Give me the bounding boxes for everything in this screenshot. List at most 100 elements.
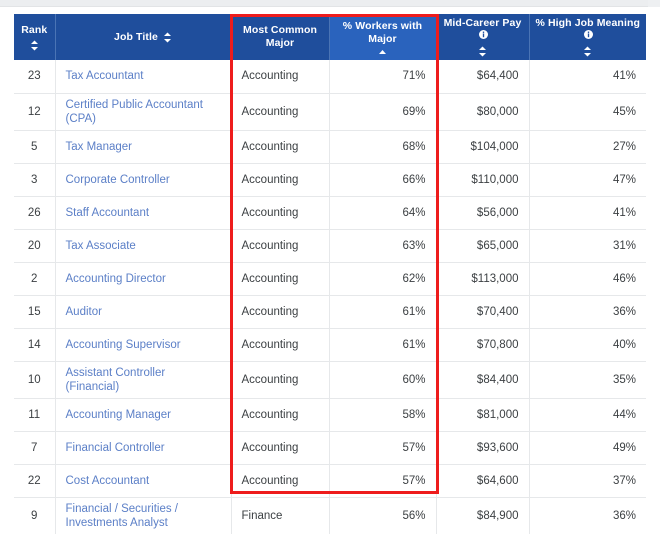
table-row: 20 Tax Associate Accounting 63% $65,000 31% <box>14 229 646 263</box>
cell-pct-workers-with-major: 57% <box>329 464 437 498</box>
job-title-link[interactable]: Tax Accountant <box>66 69 144 83</box>
cell-rank: 3 <box>14 163 56 197</box>
cell-job-title: Tax Manager <box>55 130 232 164</box>
cell-most-common-major: Accounting <box>231 431 330 465</box>
cell-most-common-major: Accounting <box>231 464 330 498</box>
cell-job-title: Cost Accountant <box>55 464 232 498</box>
column-header-pct-workers-with-major[interactable]: % Workers with Major <box>329 14 437 60</box>
cell-pct-workers-with-major: 62% <box>329 262 437 296</box>
cell-rank: 14 <box>14 328 56 362</box>
cell-pct-high-job-meaning: 47% <box>529 163 646 197</box>
cell-pct-high-job-meaning: 41% <box>529 60 646 94</box>
column-header-job-title-label: Job Title <box>114 30 158 43</box>
job-title-link[interactable]: Accounting Supervisor <box>66 338 181 352</box>
column-header-job-title[interactable]: Job Title <box>55 14 232 60</box>
cell-most-common-major: Accounting <box>231 93 330 131</box>
cell-pct-high-job-meaning: 45% <box>529 93 646 131</box>
cell-job-title: Financial / Securities / Investments Ana… <box>55 497 232 534</box>
cell-pct-workers-with-major: 66% <box>329 163 437 197</box>
cell-rank: 9 <box>14 497 56 534</box>
job-title-link[interactable]: Cost Accountant <box>66 474 150 488</box>
cell-pct-high-job-meaning: 31% <box>529 229 646 263</box>
cell-rank: 22 <box>14 464 56 498</box>
ranking-table-page: Rank Job Title Most Common Major % Worke… <box>0 0 660 534</box>
header-row: Rank Job Title Most Common Major % Worke… <box>14 14 646 60</box>
job-title-link[interactable]: Assistant Controller (Financial) <box>66 366 221 394</box>
table-row: 10 Assistant Controller (Financial) Accoun… <box>14 361 646 399</box>
job-title-link[interactable]: Corporate Controller <box>66 173 170 187</box>
cell-job-title: Staff Accountant <box>55 196 232 230</box>
job-title-link[interactable]: Financial / Securities / Investments Ana… <box>66 502 221 530</box>
cell-rank: 15 <box>14 295 56 329</box>
cell-pct-high-job-meaning: 49% <box>529 431 646 465</box>
job-title-link[interactable]: Certified Public Accountant (CPA) <box>66 98 221 126</box>
cell-pct-workers-with-major: 57% <box>329 431 437 465</box>
job-title-link[interactable]: Accounting Director <box>66 272 166 286</box>
table-row: 26 Staff Accountant Accounting 64% $56,000 41… <box>14 196 646 230</box>
page-top-strip-inner <box>0 0 648 7</box>
job-title-link[interactable]: Tax Manager <box>66 140 132 154</box>
cell-mid-career-pay: $56,000 <box>436 196 530 230</box>
cell-job-title: Auditor <box>55 295 232 329</box>
cell-rank: 20 <box>14 229 56 263</box>
cell-pct-workers-with-major: 60% <box>329 361 437 399</box>
cell-mid-career-pay: $84,400 <box>436 361 530 399</box>
cell-job-title: Accounting Supervisor <box>55 328 232 362</box>
cell-rank: 11 <box>14 398 56 432</box>
table-row: 12 Certified Public Accountant (CPA) Accou… <box>14 93 646 131</box>
ranking-table-container: Rank Job Title Most Common Major % Worke… <box>14 14 646 534</box>
cell-most-common-major: Accounting <box>231 60 330 94</box>
cell-pct-high-job-meaning: 46% <box>529 262 646 296</box>
cell-pct-high-job-meaning: 27% <box>529 130 646 164</box>
cell-mid-career-pay: $84,900 <box>436 497 530 534</box>
column-header-rank-label: Rank <box>21 23 48 36</box>
ranking-table: Rank Job Title Most Common Major % Worke… <box>14 14 646 534</box>
table-row: 23 Tax Accountant Accounting 71% $64,400 41% <box>14 60 646 94</box>
job-title-link[interactable]: Accounting Manager <box>66 408 171 422</box>
job-title-link[interactable]: Financial Controller <box>66 441 165 455</box>
cell-most-common-major: Accounting <box>231 398 330 432</box>
cell-rank: 5 <box>14 130 56 164</box>
cell-mid-career-pay: $110,000 <box>436 163 530 197</box>
cell-most-common-major: Finance <box>231 497 330 534</box>
cell-pct-workers-with-major: 61% <box>329 295 437 329</box>
cell-rank: 2 <box>14 262 56 296</box>
cell-most-common-major: Accounting <box>231 130 330 164</box>
cell-pct-workers-with-major: 58% <box>329 398 437 432</box>
page-top-strip <box>0 0 660 7</box>
column-header-most-common-major[interactable]: Most Common Major <box>231 14 330 60</box>
cell-mid-career-pay: $104,000 <box>436 130 530 164</box>
cell-pct-workers-with-major: 61% <box>329 328 437 362</box>
cell-pct-workers-with-major: 71% <box>329 60 437 94</box>
job-title-link[interactable]: Auditor <box>66 305 102 319</box>
table-row: 5 Tax Manager Accounting 68% $104,000 27% <box>14 130 646 164</box>
sort-both-icon <box>478 46 487 57</box>
cell-job-title: Accounting Director <box>55 262 232 296</box>
table-row: 7 Financial Controller Accounting 57% $93,60… <box>14 431 646 465</box>
column-header-mid-career-pay[interactable]: Mid-Career Pay <box>436 14 530 60</box>
job-title-link[interactable]: Tax Associate <box>66 239 136 253</box>
cell-mid-career-pay: $93,600 <box>436 431 530 465</box>
table-row: 11 Accounting Manager Accounting 58% $81,000… <box>14 398 646 432</box>
job-title-link[interactable]: Staff Accountant <box>66 206 150 220</box>
cell-job-title: Corporate Controller <box>55 163 232 197</box>
table-row: 14 Accounting Supervisor Accounting 61% $70,… <box>14 328 646 362</box>
column-header-rank[interactable]: Rank <box>14 14 56 60</box>
cell-pct-high-job-meaning: 36% <box>529 497 646 534</box>
column-header-pct-high-job-meaning-label: % High Job Meaning <box>535 17 640 29</box>
cell-mid-career-pay: $70,800 <box>436 328 530 362</box>
column-header-pct-high-job-meaning[interactable]: % High Job Meaning <box>529 14 646 60</box>
cell-pct-high-job-meaning: 36% <box>529 295 646 329</box>
cell-pct-workers-with-major: 56% <box>329 497 437 534</box>
cell-pct-high-job-meaning: 44% <box>529 398 646 432</box>
cell-pct-high-job-meaning: 35% <box>529 361 646 399</box>
info-icon[interactable] <box>479 30 488 43</box>
sort-ascending-icon <box>378 49 387 55</box>
info-icon[interactable] <box>584 30 594 43</box>
cell-mid-career-pay: $113,000 <box>436 262 530 296</box>
cell-most-common-major: Accounting <box>231 229 330 263</box>
cell-most-common-major: Accounting <box>231 163 330 197</box>
cell-job-title: Tax Accountant <box>55 60 232 94</box>
cell-most-common-major: Accounting <box>231 262 330 296</box>
cell-pct-workers-with-major: 69% <box>329 93 437 131</box>
